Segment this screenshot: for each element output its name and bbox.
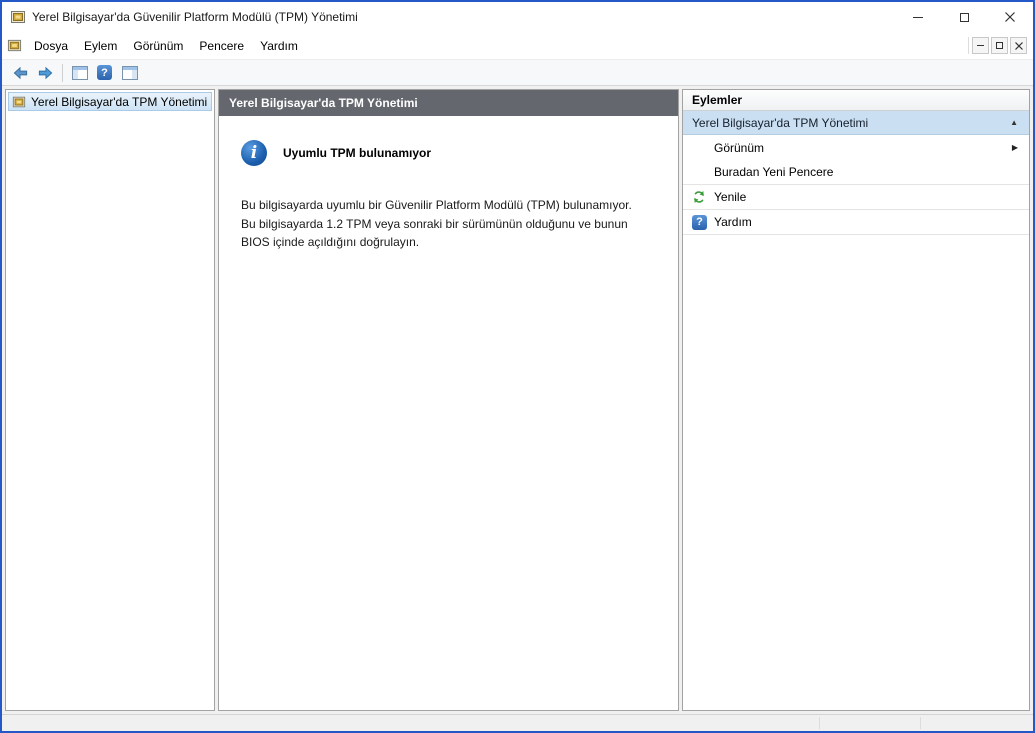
back-button[interactable] xyxy=(8,61,33,84)
mdi-minimize-button[interactable] xyxy=(972,37,989,54)
action-group-bar[interactable]: Yerel Bilgisayar'da TPM Yönetimi ▲ xyxy=(683,111,1029,135)
collapse-arrow-icon[interactable]: ▲ xyxy=(1010,118,1020,127)
content-area: Yerel Bilgisayar'da TPM Yönetimi Yerel B… xyxy=(2,86,1033,714)
menu-yardim[interactable]: Yardım xyxy=(252,34,306,58)
results-pane-title: Yerel Bilgisayar'da TPM Yönetimi xyxy=(229,96,418,110)
results-pane-header: Yerel Bilgisayar'da TPM Yönetimi xyxy=(219,90,678,116)
maximize-button[interactable] xyxy=(941,2,987,32)
action-item-label: Görünüm xyxy=(714,140,765,155)
tree-item-tpm-root[interactable]: Yerel Bilgisayar'da TPM Yönetimi xyxy=(8,92,212,111)
action-group-title: Yerel Bilgisayar'da TPM Yönetimi xyxy=(692,115,869,130)
action-item-yardim[interactable]: ? Yardım xyxy=(683,210,1029,235)
action-item-yenile[interactable]: Yenile xyxy=(683,185,1029,210)
help-icon: ? xyxy=(97,65,112,80)
minimize-button[interactable] xyxy=(895,2,941,32)
action-item-label: Yardım xyxy=(714,215,752,229)
actions-pane: Eylemler Yerel Bilgisayar'da TPM Yönetim… xyxy=(682,89,1030,711)
menubar: Dosya Eylem Görünüm Pencere Yardım xyxy=(2,32,1033,59)
menu-dosya[interactable]: Dosya xyxy=(26,34,76,58)
info-body-line: BIOS içinde açıldığını doğrulayın. xyxy=(241,235,420,250)
action-item-buradan-yeni-pencere[interactable]: Buradan Yeni Pencere xyxy=(683,160,1029,185)
results-pane-body: i Uyumlu TPM bulunamıyor Bu bilgisayarda… xyxy=(219,116,678,276)
action-item-label: Buradan Yeni Pencere xyxy=(714,165,834,179)
close-button[interactable] xyxy=(987,2,1033,32)
tpm-node-icon xyxy=(12,96,26,107)
window-title: Yerel Bilgisayar'da Güvenilir Platform M… xyxy=(32,10,358,24)
info-message-row: i Uyumlu TPM bulunamıyor xyxy=(241,140,656,166)
titlebar: Yerel Bilgisayar'da Güvenilir Platform M… xyxy=(2,2,1033,32)
status-panel xyxy=(820,715,920,731)
info-message-body: Bu bilgisayarda uyumlu bir Güvenilir Pla… xyxy=(241,196,656,252)
mdi-separator xyxy=(968,37,969,54)
close-icon xyxy=(1005,12,1015,22)
mmc-window: Yerel Bilgisayar'da Güvenilir Platform M… xyxy=(0,0,1035,733)
forward-arrow-icon xyxy=(38,66,53,79)
mdi-restore-button[interactable] xyxy=(991,37,1008,54)
show-action-pane-button[interactable] xyxy=(117,61,142,84)
forward-button[interactable] xyxy=(33,61,58,84)
mdi-close-button[interactable] xyxy=(1010,37,1027,54)
info-body-line: Bu bilgisayarda 1.2 TPM veya sonraki bir… xyxy=(241,216,628,231)
info-icon: i xyxy=(241,140,267,166)
toolbar: ? xyxy=(2,59,1033,86)
status-panel xyxy=(921,715,1033,731)
mdi-restore-icon xyxy=(996,40,1008,49)
console-tree-pane: Yerel Bilgisayar'da TPM Yönetimi xyxy=(5,89,215,711)
tree-item-label: Yerel Bilgisayar'da TPM Yönetimi xyxy=(31,94,208,109)
action-icon-slot xyxy=(692,190,714,204)
action-item-label: Yenile xyxy=(714,190,747,204)
maximize-icon xyxy=(959,12,969,22)
menu-gorunum[interactable]: Görünüm xyxy=(125,34,191,58)
help-icon: ? xyxy=(692,214,707,230)
mdi-minimize-icon xyxy=(977,45,984,46)
app-icon xyxy=(11,11,25,23)
refresh-icon xyxy=(694,191,704,203)
status-panel-main xyxy=(2,715,819,731)
actions-pane-title: Eylemler xyxy=(692,93,743,107)
toolbar-separator xyxy=(62,63,63,82)
actions-pane-header: Eylemler xyxy=(683,90,1029,111)
show-console-tree-button[interactable] xyxy=(67,61,92,84)
statusbar xyxy=(2,714,1033,731)
mdi-close-icon xyxy=(1014,41,1023,50)
submenu-arrow-icon: ▶ xyxy=(1011,143,1018,152)
console-pane-icon xyxy=(71,65,88,80)
action-item-gorunum[interactable]: Görünüm ▶ xyxy=(683,135,1029,160)
toolbar-help-button[interactable]: ? xyxy=(92,61,117,84)
menu-pencere[interactable]: Pencere xyxy=(191,34,252,58)
action-icon-slot: ? xyxy=(692,214,714,230)
info-message-title: Uyumlu TPM bulunamıyor xyxy=(283,146,432,160)
menu-eylem[interactable]: Eylem xyxy=(76,34,125,58)
back-arrow-icon xyxy=(13,66,28,79)
results-pane: Yerel Bilgisayar'da TPM Yönetimi i Uyuml… xyxy=(218,89,679,711)
app-icon-small xyxy=(7,39,22,52)
info-body-line: Bu bilgisayarda uyumlu bir Güvenilir Pla… xyxy=(241,198,632,212)
console-pane-icon xyxy=(121,65,138,80)
minimize-icon xyxy=(913,16,923,18)
